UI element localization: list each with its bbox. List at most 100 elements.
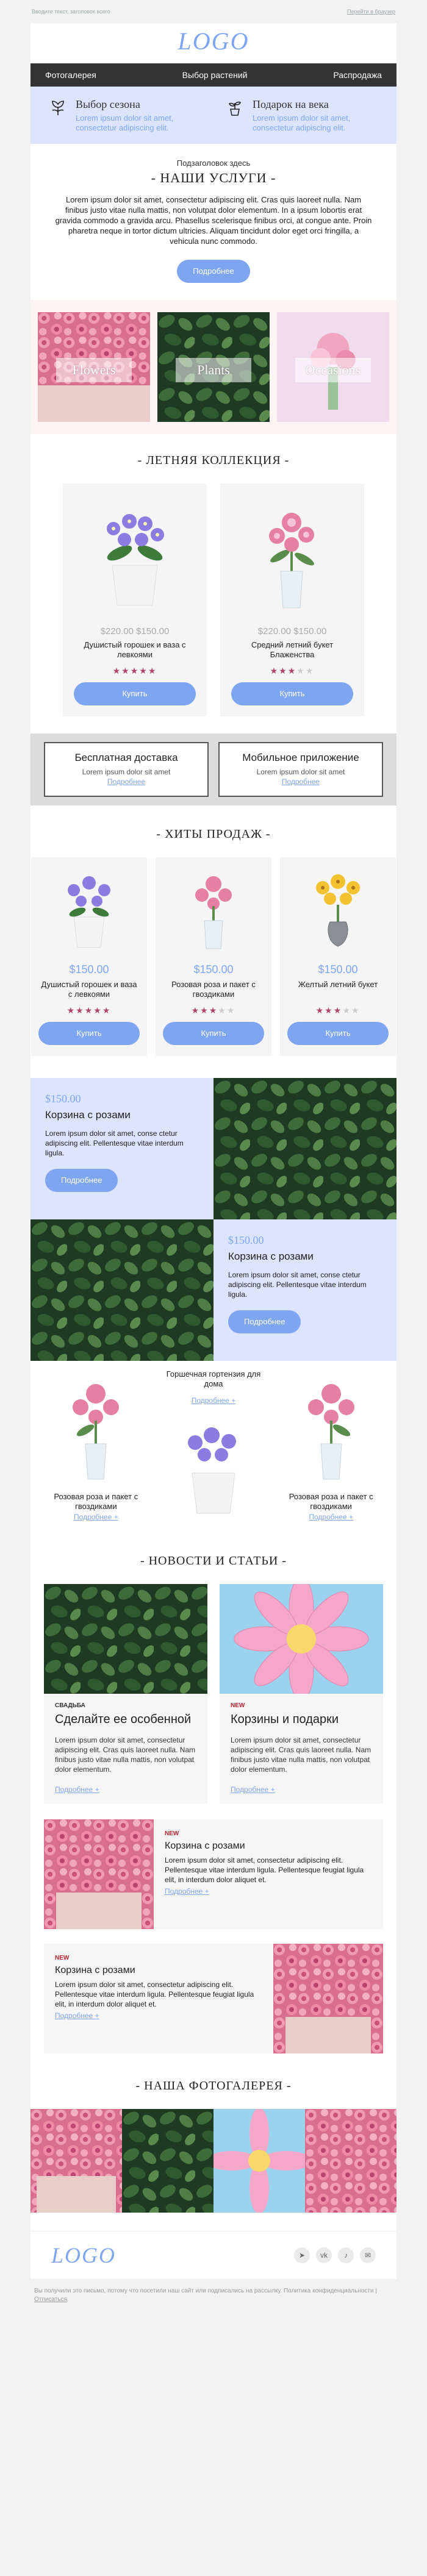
info-text: Lorem ipsum dolor sit amet <box>82 768 171 776</box>
product-name: Душистый горошек и ваза с левкоями <box>84 640 186 659</box>
summer-title: - ЛЕТНЯЯ КОЛЛЕКЦИЯ - <box>137 454 290 467</box>
vk-icon[interactable]: vk <box>316 2247 332 2263</box>
preheader-text: Вводите текст, заголовок всего <box>32 9 110 15</box>
product-card: $150.00 Желтый летний букет ★★★★★ Купить <box>280 857 396 1056</box>
news-text: Lorem ipsum dolor sit amet, consectetur … <box>165 1856 364 1884</box>
promo-row-2: $150.00 Корзина с розами Lorem ipsum dol… <box>30 1219 396 1361</box>
product-name: Душистый горошек и ваза с левкоями <box>41 980 137 999</box>
leaves-photo <box>44 1584 207 1694</box>
news-more-link[interactable]: Подробнее + <box>55 2011 262 2020</box>
category-plants[interactable]: Plants <box>157 312 270 422</box>
product-price: $220.00 $150.00 <box>100 626 170 637</box>
product-price: $150.00 <box>193 963 234 976</box>
buy-button[interactable]: Купить <box>163 1022 264 1045</box>
news-text: Lorem ipsum dolor sit amet, consectetur … <box>55 1980 254 2008</box>
lavender-pot-photo <box>188 1427 236 1514</box>
services-section: Подзаголовок здесь - НАШИ УСЛУГИ - Lorem… <box>30 144 396 300</box>
trio-name: Горшечная гортензия для дома <box>166 1369 261 1388</box>
benefit-text: Lorem ipsum dolor sit amet, consectetur … <box>76 113 174 132</box>
benefit-season: Выбор сезона Lorem ipsum dolor sit amet,… <box>49 98 214 133</box>
lavender-pot-photo <box>107 514 164 606</box>
news-more-link[interactable]: Подробнее + <box>165 1887 372 1896</box>
category-label: Occasions <box>295 358 371 382</box>
unsubscribe-link[interactable]: Отписаться <box>34 2296 67 2303</box>
rose-vase-photo <box>195 876 232 949</box>
buy-button[interactable]: Купить <box>38 1022 140 1045</box>
benefit-title: Выбор сезона <box>76 98 140 110</box>
news-cards: СВАДЬБА Сделайте ее особенной Lorem ipsu… <box>30 1584 396 1819</box>
yellow-bouquet-photo <box>316 874 360 947</box>
benefit-title: Подарок на века <box>253 98 329 110</box>
news-tag: NEW <box>231 1702 245 1709</box>
buy-button[interactable]: Купить <box>287 1022 389 1045</box>
services-more-button[interactable]: Подробнее <box>177 260 250 283</box>
product-card: $150.00 Душистый горошек и ваза с левкоя… <box>31 857 147 1056</box>
menu-item-sale[interactable]: Распродажа <box>333 70 382 80</box>
gallery-photo[interactable] <box>214 2109 305 2213</box>
gallery-photo[interactable] <box>122 2109 214 2213</box>
leaves-photo <box>214 1078 396 1219</box>
product-card: $220.00 $150.00 Средний летний букет Бла… <box>220 483 364 716</box>
trio-item: Розовая роза и пакет с гвоздиками Подроб… <box>275 1369 387 1525</box>
pink-daisy-photo <box>220 1584 383 1694</box>
rating-stars: ★★★★★ <box>66 1005 112 1015</box>
menu-item-plants[interactable]: Выбор растений <box>182 70 248 80</box>
web-version-link[interactable]: Перейти в браузер <box>347 9 395 15</box>
news-tag: NEW <box>165 1830 179 1837</box>
news-title-text: Корзина с розами <box>55 1965 135 1975</box>
product-price: $150.00 <box>318 963 358 976</box>
roses-photo <box>305 2109 396 2213</box>
trio-name: Розовая роза и пакет с гвоздиками <box>54 1492 138 1511</box>
buy-button[interactable]: Купить <box>231 682 353 705</box>
rating-stars: ★★★★★ <box>315 1005 361 1015</box>
telegram-icon[interactable]: ➤ <box>294 2247 310 2263</box>
menu-item-gallery[interactable]: Фотогалерея <box>45 70 96 80</box>
news-title-text: Сделайте ее особенной <box>55 1713 192 1726</box>
news-text: Lorem ipsum dolor sit amet, consectetur … <box>231 1736 371 1774</box>
news-more-link[interactable]: Подробнее + <box>55 1785 196 1794</box>
category-flowers[interactable]: Flowers <box>38 312 150 422</box>
promo-more-button[interactable]: Подробнее <box>45 1169 118 1192</box>
footer-logo[interactable]: LOGO <box>51 2242 116 2268</box>
promo-name: Корзина с розами <box>45 1109 131 1121</box>
trio-more-link[interactable]: Подробнее + <box>309 1513 353 1521</box>
news-row: NEW Корзина с розами Lorem ipsum dolor s… <box>44 1944 383 2053</box>
roses-box-photo <box>273 1944 383 2053</box>
trio-item: Горшечная гортензия для дома Подробнее + <box>158 1369 270 1525</box>
trio-name: Розовая роза и пакет с гвоздиками <box>289 1492 373 1511</box>
category-occasions[interactable]: Occasions <box>277 312 389 422</box>
lavender-pot-photo <box>68 876 110 948</box>
hits-title: - ХИТЫ ПРОДАЖ - <box>156 827 271 841</box>
legal-text: Вы получили это письмо, потому что посет… <box>30 2280 396 2311</box>
product-name: Желтый летний букет <box>298 980 378 989</box>
promo-text: Lorem ipsum dolor sit amet, conse ctetur… <box>228 1271 367 1299</box>
featured-trio: Розовая роза и пакет с гвоздиками Подроб… <box>30 1361 396 1543</box>
gallery-photo[interactable] <box>305 2109 396 2213</box>
promo-name: Корзина с розами <box>228 1251 314 1262</box>
promo-image <box>30 1219 214 1361</box>
news-title: - НОВОСТИ И СТАТЬИ - <box>140 1554 287 1568</box>
services-text: Lorem ipsum dolor sit amet, consectetur … <box>55 195 372 246</box>
news-text: Lorem ipsum dolor sit amet, consectetur … <box>55 1736 196 1774</box>
category-banners: Flowers Plants Occasions <box>30 300 396 434</box>
news-more-link[interactable]: Подробнее + <box>231 1785 372 1794</box>
news-title-text: Корзины и подарки <box>231 1713 339 1726</box>
trio-more-link[interactable]: Подробнее + <box>192 1396 236 1405</box>
main-menu: Фотогалерея Выбор растений Распродажа <box>30 63 396 87</box>
trio-more-link[interactable]: Подробнее + <box>74 1513 118 1521</box>
info-more-link[interactable]: Подробнее <box>107 777 145 786</box>
category-label: Flowers <box>56 358 132 382</box>
rating-stars: ★★★★★ <box>191 1005 236 1015</box>
logo[interactable]: LOGO <box>30 23 396 63</box>
info-text: Lorem ipsum dolor sit amet <box>256 768 345 776</box>
gallery-title: - НАША ФОТОГАЛЕРЕЯ - <box>135 2079 292 2093</box>
mail-icon[interactable]: ✉ <box>360 2247 376 2263</box>
gallery-photo[interactable] <box>30 2109 122 2213</box>
promo-more-button[interactable]: Подробнее <box>228 1310 301 1333</box>
product-name: Розовая роза и пакет с гвоздиками <box>171 980 256 999</box>
promo-image <box>214 1078 396 1219</box>
buy-button[interactable]: Купить <box>74 682 196 705</box>
benefits-bar: Выбор сезона Lorem ipsum dolor sit amet,… <box>30 87 396 144</box>
info-more-link[interactable]: Подробнее <box>282 777 320 786</box>
tiktok-icon[interactable]: ♪ <box>338 2247 354 2263</box>
